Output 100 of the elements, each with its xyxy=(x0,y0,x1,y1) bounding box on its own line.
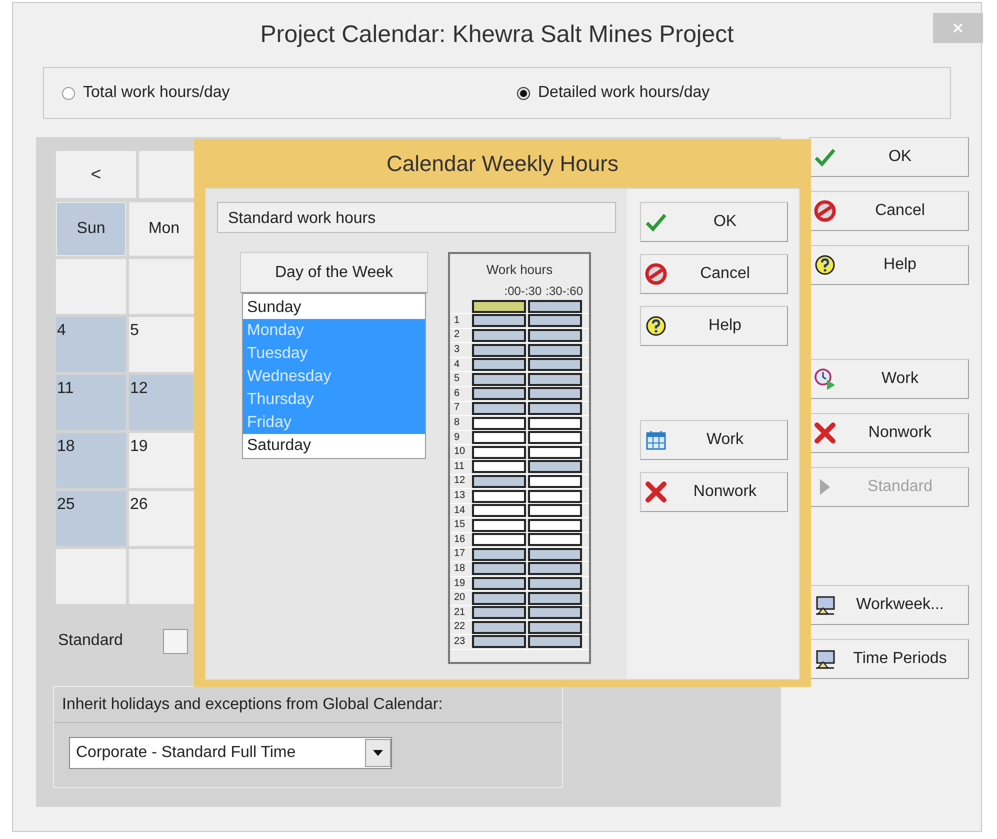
prohibited-icon xyxy=(814,200,836,222)
radio-label[interactable]: Total work hours/day xyxy=(83,81,230,105)
radio-button[interactable] xyxy=(517,86,530,100)
nonwork-button[interactable]: Nonwork xyxy=(640,472,788,512)
half-hour-slot[interactable] xyxy=(472,518,526,532)
half-hour-slot[interactable] xyxy=(528,562,582,576)
hour-label: 16 xyxy=(453,532,466,547)
half-hour-slot[interactable] xyxy=(472,635,526,648)
half-hour-slot[interactable] xyxy=(528,358,582,372)
half-hour-slot[interactable] xyxy=(528,592,582,605)
monitor-icon xyxy=(814,648,836,670)
half-hour-slot[interactable] xyxy=(472,504,526,518)
radio-label[interactable]: Detailed work hours/day xyxy=(538,81,710,105)
half-hour-slot[interactable] xyxy=(472,533,526,546)
half-hour-slot[interactable] xyxy=(472,314,526,328)
day-header[interactable]: Sun xyxy=(56,202,126,256)
hour-label: 9 xyxy=(453,430,461,445)
half-hour-slot[interactable] xyxy=(528,620,582,634)
half-hour-slot[interactable] xyxy=(472,577,526,590)
calendar-icon xyxy=(645,429,667,451)
day-cell[interactable] xyxy=(56,549,126,604)
half-hour-slot[interactable] xyxy=(528,344,582,357)
half-hour-slot[interactable] xyxy=(528,635,582,648)
half-hour-slot[interactable] xyxy=(472,300,526,313)
half-hour-slot[interactable] xyxy=(528,446,582,459)
cross-icon xyxy=(645,481,667,503)
half-hour-slot[interactable] xyxy=(472,372,526,386)
hour-label: 13 xyxy=(453,489,466,504)
day-of-week-button[interactable]: Day of the Week xyxy=(240,252,428,293)
cancel-button[interactable]: Cancel xyxy=(640,254,788,294)
window-title: Project Calendar: Khewra Salt Mines Project xyxy=(260,20,734,50)
half-hour-slot[interactable] xyxy=(528,402,582,415)
hour-label: 3 xyxy=(453,343,461,358)
column-heading: :00-:30 xyxy=(504,282,542,300)
hour-label: 18 xyxy=(453,562,466,576)
half-hour-slot[interactable] xyxy=(528,474,582,488)
monitor-icon xyxy=(814,594,836,616)
weekday-item[interactable]: Saturday xyxy=(243,434,425,457)
day-cell[interactable]: 11 xyxy=(56,375,126,430)
half-hour-slot[interactable] xyxy=(528,314,582,328)
half-hour-slot[interactable] xyxy=(472,402,526,415)
half-hour-slot[interactable] xyxy=(528,300,582,313)
ok-button[interactable]: OK xyxy=(640,202,788,242)
half-hour-slot[interactable] xyxy=(528,504,582,518)
half-hour-slot[interactable] xyxy=(472,474,526,488)
standard-checkbox[interactable] xyxy=(163,628,188,654)
half-hour-slot[interactable] xyxy=(528,416,582,430)
hour-label: 12 xyxy=(453,474,466,488)
day-cell[interactable]: 18 xyxy=(56,433,126,488)
periods-button[interactable]: Time Periods xyxy=(809,639,969,679)
half-hour-slot[interactable] xyxy=(472,344,526,357)
half-hour-slot[interactable] xyxy=(472,562,526,576)
half-hour-slot[interactable] xyxy=(528,606,582,620)
calendar-button[interactable]: Work xyxy=(640,420,788,460)
dialog-title: Calendar Weekly Hours xyxy=(386,150,618,178)
check-icon xyxy=(814,146,836,168)
half-hour-slot[interactable] xyxy=(528,460,582,474)
day-cell[interactable] xyxy=(56,259,126,314)
ok-button[interactable]: OK xyxy=(809,137,969,177)
half-hour-slot[interactable] xyxy=(472,620,526,634)
half-hour-slot[interactable] xyxy=(472,460,526,474)
prohibited-icon xyxy=(645,263,667,285)
grid-title: Work hours xyxy=(485,261,554,279)
half-hour-slot[interactable] xyxy=(528,548,582,561)
half-hour-slot[interactable] xyxy=(528,518,582,532)
day-cell[interactable]: 4 xyxy=(56,317,126,372)
half-hour-slot[interactable] xyxy=(528,577,582,590)
help-button[interactable]: Help xyxy=(640,306,788,346)
weekday-item[interactable]: Sunday xyxy=(243,296,425,319)
half-hour-slot[interactable] xyxy=(472,592,526,605)
work-button[interactable]: Work xyxy=(809,359,969,399)
calendar-dropdown[interactable]: Corporate - Standard Full Time xyxy=(69,737,392,769)
half-hour-slot[interactable] xyxy=(528,431,582,444)
half-hour-slot[interactable] xyxy=(528,490,582,503)
half-hour-slot[interactable] xyxy=(472,490,526,503)
nonwork-button[interactable]: Nonwork xyxy=(809,413,969,453)
half-hour-slot[interactable] xyxy=(472,358,526,372)
clock-icon xyxy=(814,368,836,390)
half-hour-slot[interactable] xyxy=(472,328,526,342)
close-icon xyxy=(953,23,963,33)
help-button[interactable]: Help xyxy=(809,245,969,285)
half-hour-slot[interactable] xyxy=(528,372,582,386)
half-hour-slot[interactable] xyxy=(472,431,526,444)
cancel-button[interactable]: Cancel xyxy=(809,191,969,231)
half-hour-slot[interactable] xyxy=(472,446,526,459)
workweek-button[interactable]: Workweek... xyxy=(809,585,969,625)
hour-label: 8 xyxy=(453,416,461,430)
half-hour-slot[interactable] xyxy=(472,387,526,400)
half-hour-slot[interactable] xyxy=(528,387,582,400)
half-hour-slot[interactable] xyxy=(472,606,526,620)
standard-label: Standard xyxy=(58,631,124,651)
radio-button[interactable] xyxy=(62,86,75,100)
half-hour-slot[interactable] xyxy=(472,416,526,430)
previous-month-button[interactable]: < xyxy=(56,151,136,198)
hour-label: 6 xyxy=(453,386,461,401)
half-hour-slot[interactable] xyxy=(528,328,582,342)
half-hour-slot[interactable] xyxy=(528,533,582,546)
help-icon xyxy=(814,254,836,276)
day-cell[interactable]: 25 xyxy=(56,491,126,546)
half-hour-slot[interactable] xyxy=(472,548,526,561)
